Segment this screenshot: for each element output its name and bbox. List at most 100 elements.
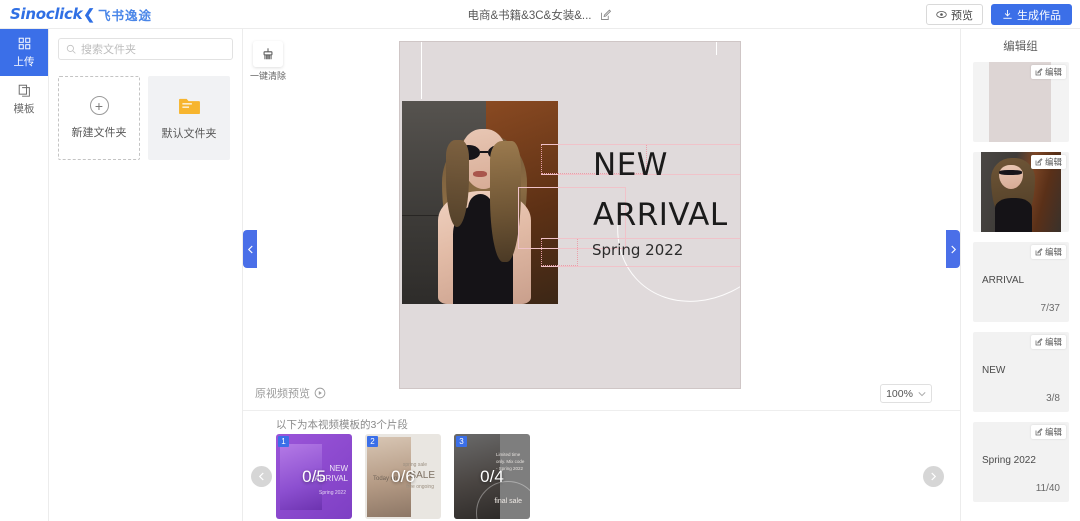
edit-title-icon[interactable] [600,8,612,21]
edit-card-text-arrival[interactable]: 编辑 ARRIVAL 7/37 [973,242,1069,322]
edit-card-1-edit-button[interactable]: 编辑 [1030,65,1066,79]
prev-template-button[interactable] [243,230,257,268]
next-template-button[interactable] [946,230,960,268]
play-circle-icon [314,387,326,399]
clear-all-button[interactable]: 一键清除 [250,41,287,82]
sidebar-item-template[interactable]: 模板 [0,76,48,123]
clear-all-label: 一键清除 [250,71,287,81]
edit-card-3-count: 7/37 [1040,303,1060,314]
filmstrip-prev-button[interactable] [251,466,272,487]
edit-card-2-model-sunglasses [999,170,1022,176]
zoom-level-value: 100% [886,387,913,400]
filmstrip-title: 以下为本视频模板的3个片段 [276,419,408,431]
filmstrip-row: NEW ARRIVAL Spring 2022 1 0/5 SALE sprin… [276,434,530,519]
logo-wordmark: Sinoclick [10,5,83,23]
original-video-preview-button[interactable]: 原视频预览 [255,385,326,401]
edit-card-2-model-face [998,164,1023,189]
edit-card-3-edit-button[interactable]: 编辑 [1030,245,1066,259]
original-video-preview-label: 原视频预览 [255,388,310,400]
logo-chinese-name: 飞书逸途 [98,8,153,23]
edit-square-icon [1035,338,1043,346]
download-icon [1002,9,1013,20]
artboard-headline-1[interactable]: NEW [593,147,668,183]
edit-group-panel: 编辑组 编辑 编辑 编辑 ARRIVAL 7/37 编辑 NEW 3/8 编辑 … [960,29,1080,521]
model-lips [473,170,487,177]
zoom-level-select[interactable]: 100% [880,384,932,403]
search-icon [66,44,76,54]
text-guide-box-3 [541,238,578,266]
artboard-headline-2[interactable]: ARRIVAL [593,197,728,233]
canvas-stage: 一键清除 NEW ARRIVAL Spring 2022 原视频预览 100% [243,29,960,410]
filmstrip-next-button[interactable] [923,466,944,487]
clip-3-count: 0/4 [480,466,504,486]
clip-thumbnail-3[interactable]: Limited time only. Mix code - Spring 202… [454,434,530,519]
edit-card-image-2[interactable]: 编辑 [973,152,1069,232]
new-folder-label: 新建文件夹 [71,127,127,139]
folder-icon [178,96,201,115]
edit-square-icon [1035,428,1043,436]
generate-button[interactable]: 生成作品 [991,4,1072,25]
edit-card-image-1[interactable]: 编辑 [973,62,1069,142]
edit-card-5-count: 11/40 [1035,483,1060,494]
search-placeholder: 搜索文件夹 [81,44,136,56]
clip-filmstrip: 以下为本视频模板的3个片段 NEW ARRIVAL Spring 2022 1 … [243,410,960,521]
app-root: Sinoclick ❮ 飞书逸途 电商&书籍&3C&女装&... 预览 生成作品… [0,0,1080,521]
edit-card-text-spring[interactable]: 编辑 Spring 2022 11/40 [973,422,1069,502]
edit-card-3-edit-label: 编辑 [1044,247,1062,257]
guide-line-3 [541,238,740,239]
guide-line-right [716,42,717,55]
edit-card-2-edit-button[interactable]: 编辑 [1030,155,1066,169]
app-header: Sinoclick ❮ 飞书逸途 电商&书籍&3C&女装&... 预览 生成作品 [0,0,1080,29]
edit-square-icon [1035,68,1043,76]
folder-grid: + 新建文件夹 默认文件夹 [58,76,233,160]
folder-panel: 搜索文件夹 + 新建文件夹 默认文件夹 [49,29,243,521]
default-folder-label: 默认文件夹 [161,127,217,140]
sunglasses-bridge [480,151,489,154]
generate-label: 生成作品 [1017,9,1061,22]
guide-line-1 [541,144,740,145]
brand-logo[interactable]: Sinoclick ❮ 飞书逸途 [0,5,152,24]
header-center: 电商&书籍&3C&女装&... [0,0,1080,29]
edit-card-text-new[interactable]: 编辑 NEW 3/8 [973,332,1069,412]
sidebar-item-upload[interactable]: 上传 [0,29,48,76]
logo-chevron-icon: ❮ [83,5,96,22]
preview-label: 预览 [951,9,973,22]
document-title: 电商&书籍&3C&女装&... [467,9,592,22]
sidebar-item-template-label: 模板 [13,102,35,115]
artboard-subline[interactable]: Spring 2022 [592,241,683,259]
clip-2-count: 0/6 [391,466,415,486]
guide-line-left [421,42,422,99]
new-folder-button[interactable]: + 新建文件夹 [58,76,140,160]
edit-card-4-text: NEW [982,365,1006,376]
artboard-inner: NEW ARRIVAL Spring 2022 [400,42,740,388]
edit-square-icon [1035,158,1043,166]
edit-group-list: 编辑 编辑 编辑 ARRIVAL 7/37 编辑 NEW 3/8 编辑 Spri… [961,62,1080,502]
edit-card-2-edit-label: 编辑 [1044,157,1062,167]
guide-line-4 [541,266,740,267]
artboard[interactable]: NEW ARRIVAL Spring 2022 [399,41,741,389]
grid-upload-icon [18,37,31,52]
edit-card-3-text: ARRIVAL [982,275,1025,286]
sidebar-item-upload-label: 上传 [13,55,35,68]
edit-group-title: 编辑组 [1003,41,1038,53]
left-rail: 上传 模板 [0,29,49,521]
search-input[interactable]: 搜索文件夹 [58,38,233,60]
broom-icon [253,41,283,67]
header-actions: 预览 生成作品 [926,0,1072,29]
edit-card-4-edit-label: 编辑 [1044,337,1062,347]
template-copy-icon [18,84,31,99]
preview-button[interactable]: 预览 [926,4,983,25]
edit-card-4-edit-button[interactable]: 编辑 [1030,335,1066,349]
edit-card-2-model-top [995,198,1033,232]
edit-card-1-edit-label: 编辑 [1044,67,1062,77]
edit-card-5-edit-button[interactable]: 编辑 [1030,425,1066,439]
eye-icon [936,9,947,20]
plus-circle-icon: + [89,96,109,115]
edit-card-5-edit-label: 编辑 [1044,427,1062,437]
edit-card-5-text: Spring 2022 [982,455,1036,466]
clip-thumbnail-1[interactable]: NEW ARRIVAL Spring 2022 1 0/5 [276,434,352,519]
chevron-down-icon [918,391,926,397]
clip-1-count: 0/5 [302,466,326,486]
default-folder-item[interactable]: 默认文件夹 [148,76,230,160]
clip-thumbnail-2[interactable]: SALE spring sale free ongoing Today only… [365,434,441,519]
